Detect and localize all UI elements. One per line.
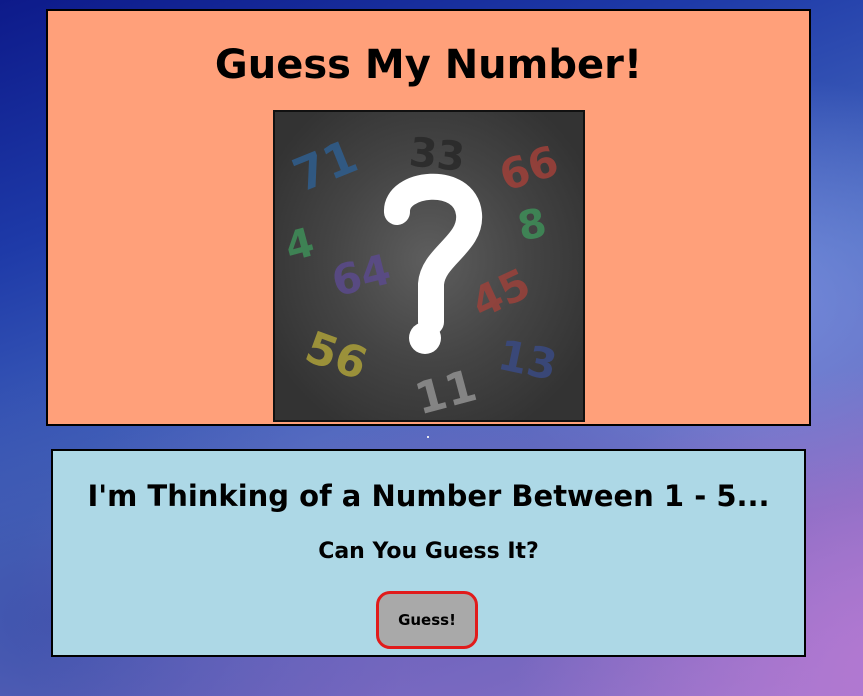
number-33: 33 [407, 129, 467, 181]
divider-dot [427, 436, 429, 438]
number-8: 8 [514, 200, 551, 251]
number-11: 11 [410, 360, 482, 420]
prompt-panel: I'm Thinking of a Number Between 1 - 5..… [51, 449, 806, 657]
numbers-illustration: 71 33 66 4 8 64 45 56 13 11 [280, 129, 564, 420]
number-64: 64 [327, 244, 396, 306]
number-66: 66 [493, 136, 564, 201]
title-panel: Guess My Number! 71 33 66 4 8 64 45 56 1… [46, 9, 811, 426]
question-mark-icon [384, 173, 483, 354]
number-71: 71 [285, 129, 365, 203]
prompt-heading: I'm Thinking of a Number Between 1 - 5..… [87, 479, 770, 513]
page-title: Guess My Number! [214, 42, 643, 88]
question-mark-image: 71 33 66 4 8 64 45 56 13 11 [273, 110, 585, 422]
prompt-subheading: Can You Guess It? [318, 539, 539, 564]
number-13: 13 [494, 330, 561, 390]
number-45: 45 [464, 259, 538, 328]
guess-button[interactable]: Guess! [376, 591, 478, 649]
number-4: 4 [280, 219, 319, 271]
number-56: 56 [299, 322, 374, 391]
